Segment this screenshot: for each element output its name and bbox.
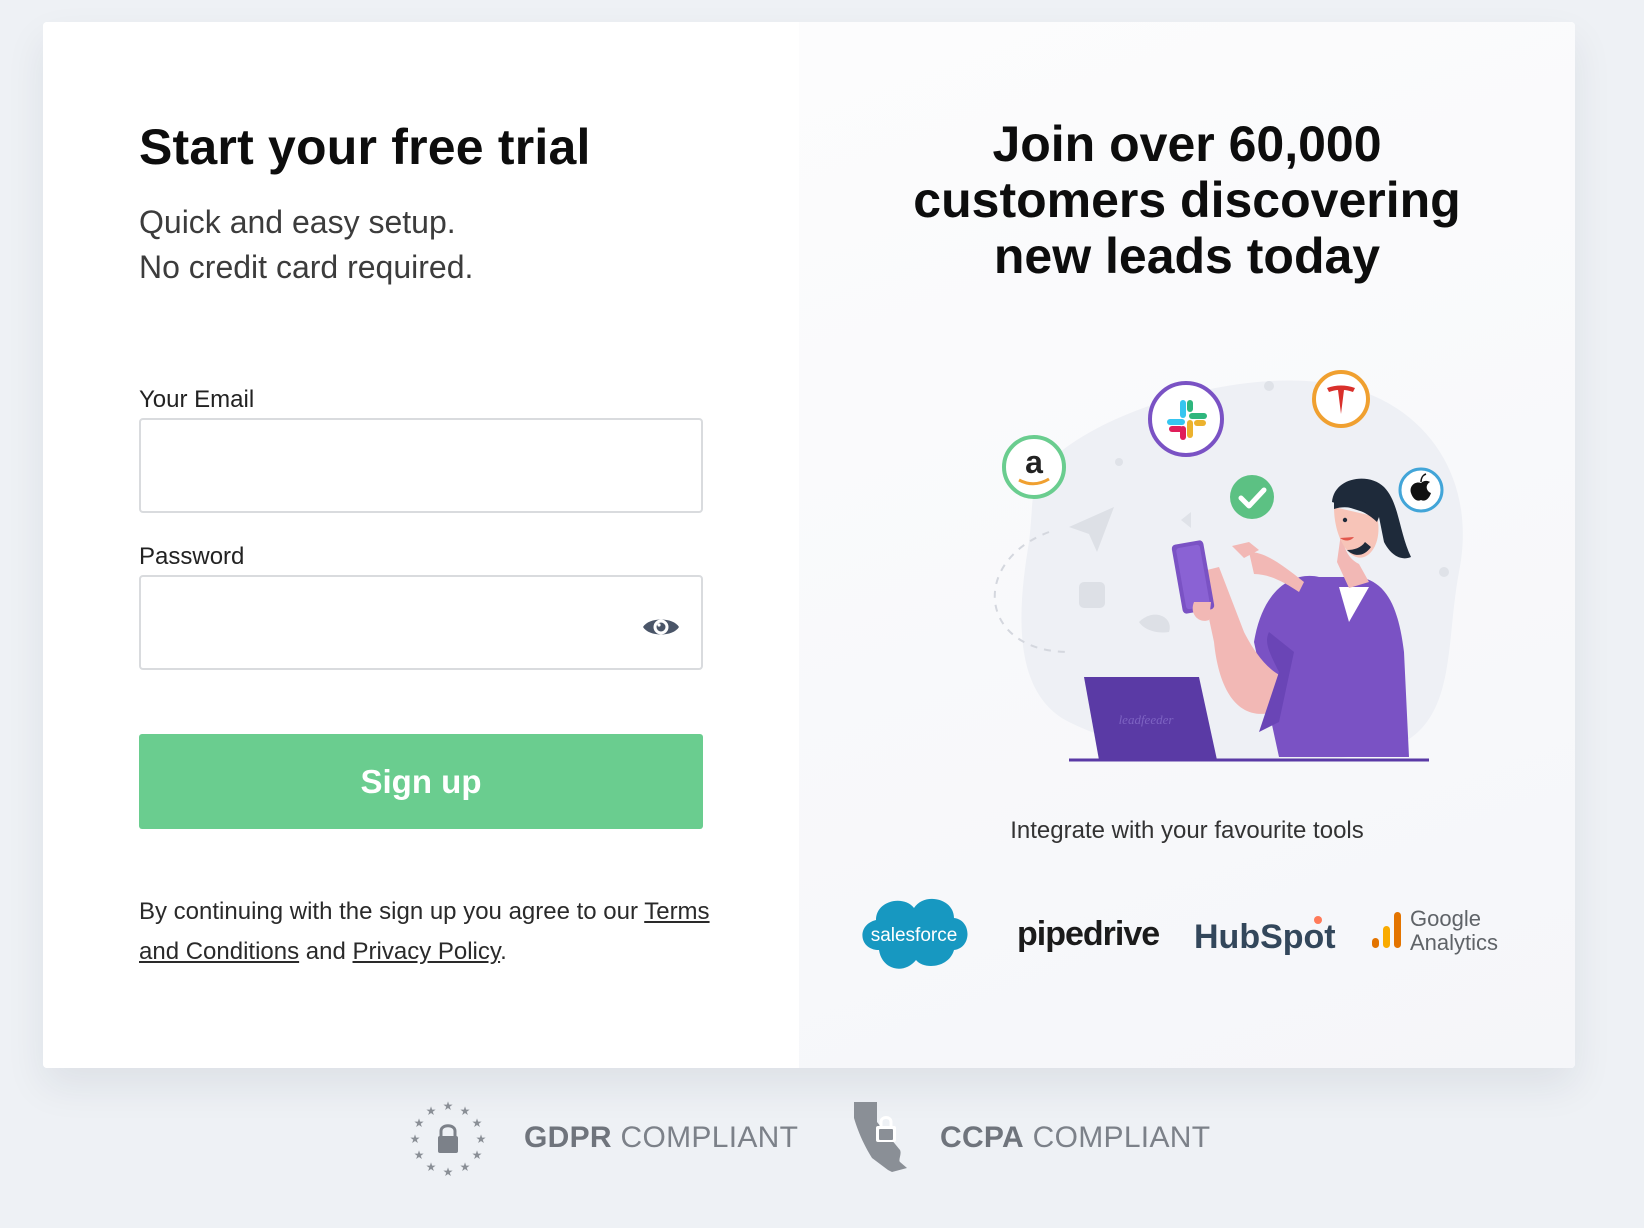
salesforce-logo-text: salesforce bbox=[871, 925, 958, 946]
salesforce-logo: salesforce bbox=[862, 898, 968, 969]
privacy-link[interactable]: Privacy Policy bbox=[353, 938, 501, 965]
laptop-brand-text: leadfeeder bbox=[1119, 712, 1175, 727]
integrations-logos: salesforce pipedrive HubSpot Google Anal… bbox=[862, 898, 1498, 969]
gdpr-eu-stars-lock-icon: ★ ★★ ★★★ ★★★ ★★★ bbox=[410, 1100, 486, 1176]
legal-and: and bbox=[305, 938, 346, 965]
legal-prefix: By continuing with the sign up you agree… bbox=[139, 898, 638, 925]
show-password-eye-icon[interactable] bbox=[641, 612, 681, 642]
slack-icon bbox=[1148, 381, 1224, 457]
svg-text:★: ★ bbox=[443, 1100, 454, 1113]
password-field[interactable] bbox=[139, 575, 703, 670]
google-analytics-line-2: Analytics bbox=[1410, 930, 1498, 955]
gdpr-badge: ★ ★ ★ ★ ★ ★ ★ ★ ★ ★ ★ ★ GDPR COMPLIANT bbox=[410, 1100, 798, 1176]
svg-text:★: ★ bbox=[472, 1148, 483, 1162]
svg-text:a: a bbox=[1025, 444, 1043, 480]
ccpa-bold: CCPA bbox=[940, 1121, 1024, 1154]
gdpr-bold: GDPR bbox=[524, 1121, 612, 1154]
svg-text:★: ★ bbox=[414, 1116, 425, 1130]
hubspot-logo: HubSpot bbox=[1194, 916, 1336, 956]
pipedrive-logo: pipedrive bbox=[1017, 915, 1160, 953]
promo-panel: Join over 60,000 customers discovering n… bbox=[799, 22, 1575, 1068]
ccpa-label: CCPA COMPLIANT bbox=[940, 1121, 1210, 1155]
promo-headline-line-2: customers discovering bbox=[913, 172, 1461, 228]
page-title: Start your free trial bbox=[139, 119, 591, 175]
ccpa-badge: CCPA COMPLIANT bbox=[852, 1100, 1210, 1176]
amazon-icon: a bbox=[1002, 435, 1066, 499]
ccpa-rest: COMPLIANT bbox=[1032, 1121, 1211, 1154]
signup-card: Start your free trial Quick and easy set… bbox=[43, 22, 1575, 1068]
svg-text:★: ★ bbox=[426, 1104, 437, 1118]
gdpr-rest: COMPLIANT bbox=[620, 1121, 799, 1154]
legal-notice: By continuing with the sign up you agree… bbox=[139, 892, 739, 972]
legal-suffix: . bbox=[500, 938, 507, 965]
promo-headline-line-3: new leads today bbox=[993, 228, 1381, 284]
google-analytics-line-1: Google bbox=[1410, 906, 1481, 931]
gdpr-label: GDPR COMPLIANT bbox=[524, 1121, 798, 1155]
svg-text:★: ★ bbox=[443, 1165, 454, 1176]
svg-text:★: ★ bbox=[460, 1104, 471, 1118]
email-label: Your Email bbox=[139, 386, 255, 413]
promo-headline-line-1: Join over 60,000 bbox=[992, 116, 1382, 172]
apple-icon bbox=[1398, 467, 1444, 513]
sign-up-button[interactable]: Sign up bbox=[139, 734, 703, 829]
linkedin-icon bbox=[1079, 582, 1105, 608]
integrations-caption: Integrate with your favourite tools bbox=[1010, 817, 1364, 844]
promo-headline: Join over 60,000 customers discovering n… bbox=[799, 116, 1575, 284]
subtitle-line-2: No credit card required. bbox=[139, 249, 474, 285]
signup-form-panel: Start your free trial Quick and easy set… bbox=[43, 22, 799, 1068]
email-field[interactable] bbox=[139, 418, 703, 513]
password-label: Password bbox=[139, 543, 245, 570]
hubspot-logo-text: HubSpot bbox=[1194, 918, 1336, 956]
google-analytics-logo: Google Analytics bbox=[1372, 906, 1498, 955]
svg-text:★: ★ bbox=[460, 1160, 471, 1174]
svg-text:★: ★ bbox=[414, 1148, 425, 1162]
svg-text:★: ★ bbox=[426, 1160, 437, 1174]
page-subtitle: Quick and easy setup. No credit card req… bbox=[139, 200, 473, 290]
pipedrive-logo-text: pipedrive bbox=[1017, 915, 1159, 953]
svg-text:★: ★ bbox=[476, 1132, 486, 1146]
california-lock-icon bbox=[854, 1102, 907, 1172]
svg-text:★: ★ bbox=[472, 1116, 483, 1130]
svg-text:★: ★ bbox=[410, 1132, 420, 1146]
customer-illustration: a leadfeeder bbox=[993, 370, 1463, 762]
checkmark-icon bbox=[1230, 475, 1274, 519]
tesla-icon bbox=[1312, 370, 1370, 428]
subtitle-line-1: Quick and easy setup. bbox=[139, 204, 456, 240]
